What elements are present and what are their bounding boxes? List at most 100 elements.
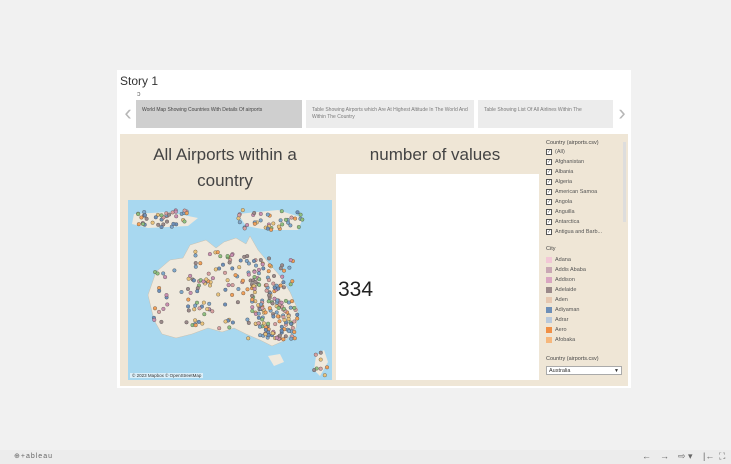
airport-marker[interactable] <box>295 312 300 317</box>
airport-marker[interactable] <box>225 254 230 258</box>
airport-marker[interactable] <box>241 291 246 296</box>
airport-marker[interactable] <box>290 299 294 304</box>
airport-marker[interactable] <box>279 328 284 333</box>
airport-marker[interactable] <box>144 216 149 221</box>
airport-marker[interactable] <box>270 301 275 306</box>
airport-marker[interactable] <box>250 309 255 313</box>
map-attribution[interactable]: © 2023 Mapbox © OpenStreetMap <box>130 373 204 378</box>
airport-marker[interactable] <box>253 280 258 284</box>
airport-marker[interactable] <box>205 307 210 312</box>
airport-marker[interactable] <box>322 373 327 378</box>
city-legend-item[interactable]: Aero <box>546 326 567 335</box>
checkbox-icon[interactable]: ✓ <box>546 178 552 185</box>
airport-marker[interactable] <box>283 334 288 339</box>
airport-marker[interactable] <box>246 261 251 266</box>
airport-marker[interactable] <box>159 225 164 229</box>
airport-marker[interactable] <box>292 330 297 334</box>
airport-marker[interactable] <box>295 316 300 321</box>
airport-marker[interactable] <box>266 278 271 283</box>
airport-marker[interactable] <box>280 222 285 227</box>
airport-marker[interactable] <box>256 315 261 320</box>
airport-marker[interactable] <box>275 298 280 303</box>
airport-marker[interactable] <box>250 305 255 310</box>
airport-marker[interactable] <box>155 271 160 276</box>
airport-marker[interactable] <box>293 216 298 221</box>
airport-map[interactable]: © 2023 Mapbox © OpenStreetMap <box>128 200 332 380</box>
airport-marker[interactable] <box>184 320 189 325</box>
airport-marker[interactable] <box>260 317 265 322</box>
airport-marker[interactable] <box>186 304 191 309</box>
airport-marker[interactable] <box>150 220 155 225</box>
airport-marker[interactable] <box>277 319 282 324</box>
airport-marker[interactable] <box>210 309 215 314</box>
share-icon[interactable]: ⇨ ▾ <box>678 451 693 462</box>
airport-marker[interactable] <box>276 314 280 319</box>
story-point-3[interactable]: Table Showing List Of All Airlines Withi… <box>478 100 613 128</box>
airport-marker[interactable] <box>257 267 261 272</box>
airport-marker[interactable] <box>265 212 270 217</box>
country-filter-item[interactable]: ✓ Algeria <box>546 178 572 187</box>
airport-marker[interactable] <box>200 321 205 326</box>
airport-marker[interactable] <box>276 224 281 229</box>
tableau-logo[interactable]: ⊕+ableau <box>14 452 53 460</box>
airport-marker[interactable] <box>153 306 157 311</box>
airport-marker[interactable] <box>282 306 286 311</box>
airport-marker[interactable] <box>236 287 241 291</box>
airport-marker[interactable] <box>283 298 288 303</box>
airport-marker[interactable] <box>266 269 271 274</box>
airport-marker[interactable] <box>188 290 193 295</box>
airport-marker[interactable] <box>246 336 251 341</box>
airport-marker[interactable] <box>292 319 297 324</box>
airport-marker[interactable] <box>281 285 286 290</box>
city-legend-item[interactable]: Adelaide <box>546 286 576 295</box>
airport-marker[interactable] <box>186 276 191 281</box>
airport-marker[interactable] <box>278 218 283 223</box>
airport-marker[interactable] <box>274 335 279 340</box>
airport-marker[interactable] <box>267 306 272 311</box>
airport-marker[interactable] <box>271 281 276 286</box>
airport-marker[interactable] <box>170 210 175 215</box>
airport-marker[interactable] <box>267 256 271 261</box>
airport-marker[interactable] <box>295 210 300 215</box>
airport-marker[interactable] <box>276 286 281 291</box>
airport-marker[interactable] <box>257 282 262 287</box>
airport-marker[interactable] <box>156 222 161 227</box>
checkbox-icon[interactable]: ✓ <box>546 228 552 235</box>
city-legend-item[interactable]: Addison <box>546 276 575 285</box>
airport-marker[interactable] <box>240 278 245 283</box>
airport-marker[interactable] <box>227 325 232 330</box>
country-dropdown[interactable]: Australia ▼ <box>546 366 622 375</box>
airport-marker[interactable] <box>260 262 265 267</box>
airport-marker[interactable] <box>290 279 295 284</box>
country-filter-item[interactable]: ✓ Afghanistan <box>546 158 584 167</box>
airport-marker[interactable] <box>286 329 291 334</box>
airport-marker[interactable] <box>270 331 275 336</box>
airport-marker[interactable] <box>240 208 245 213</box>
airport-marker[interactable] <box>235 300 240 305</box>
checkbox-icon[interactable]: ✓ <box>546 208 552 215</box>
airport-marker[interactable] <box>227 260 232 265</box>
airport-marker[interactable] <box>296 225 301 229</box>
airport-marker[interactable] <box>282 318 287 322</box>
airport-marker[interactable] <box>266 299 271 304</box>
airport-marker[interactable] <box>153 215 158 220</box>
airport-marker[interactable] <box>257 324 262 329</box>
airport-marker[interactable] <box>193 323 198 328</box>
airport-marker[interactable] <box>230 320 235 325</box>
airport-marker[interactable] <box>266 321 271 326</box>
checkbox-icon[interactable]: ✓ <box>546 168 552 175</box>
country-filter-item[interactable]: ✓ Albania <box>546 168 573 177</box>
city-legend-item[interactable]: Aden <box>546 296 568 305</box>
airport-marker[interactable] <box>237 265 242 270</box>
airport-marker[interactable] <box>252 211 257 215</box>
airport-marker[interactable] <box>246 320 251 325</box>
airport-marker[interactable] <box>193 261 198 266</box>
country-filter-item[interactable]: ✓ (All) <box>546 148 565 157</box>
airport-marker[interactable] <box>279 209 284 214</box>
airport-marker[interactable] <box>325 365 329 370</box>
airport-marker[interactable] <box>142 210 147 215</box>
airport-marker[interactable] <box>300 217 305 222</box>
airport-marker[interactable] <box>213 267 218 272</box>
airport-marker[interactable] <box>193 249 198 254</box>
airport-marker[interactable] <box>233 273 238 278</box>
